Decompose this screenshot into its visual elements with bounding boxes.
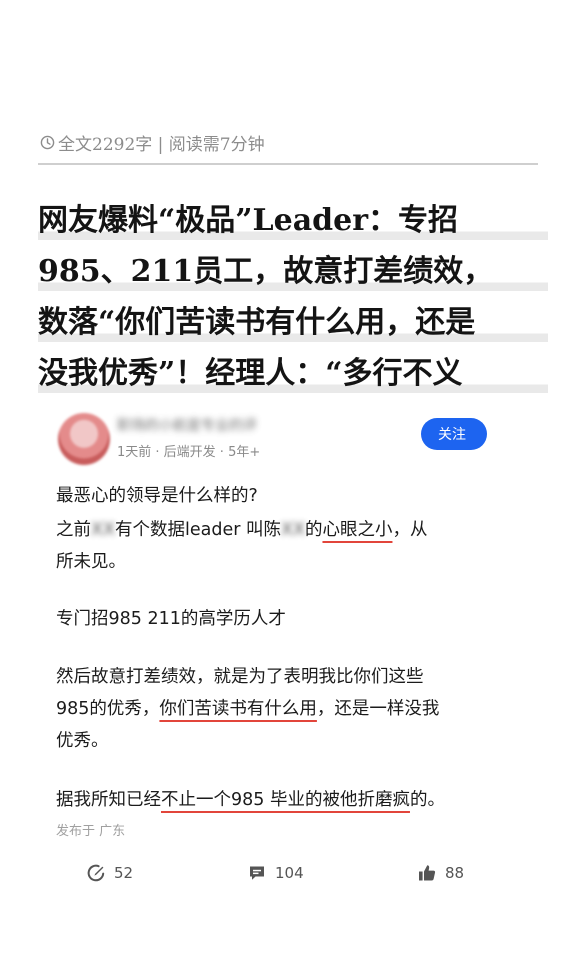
- avatar[interactable]: [58, 413, 110, 465]
- thumbs-stat[interactable]: 88: [417, 861, 464, 885]
- post-question: 最恶心的领导是什么样的?: [56, 486, 258, 506]
- post-paragraph-4: 据我所知已经不止一个985 毕业的被他折磨疯的。: [56, 790, 445, 810]
- author-name[interactable]: 职场的小航是专业的评: [117, 415, 287, 431]
- comment-icon: [247, 863, 267, 883]
- edit-icon: [86, 863, 106, 883]
- post-paragraph-3: 然后故意打差绩效，就是为了表明我比你们这些 985的优秀，你们苦读书有什么用，还…: [56, 667, 440, 751]
- headline-line: 没我优秀”！经理人：“多行不义: [38, 348, 548, 399]
- clock-icon: [40, 135, 55, 150]
- headline-line: 985、211员工，故意打差绩效，: [38, 246, 548, 297]
- article-meta-text: 全文2292字 | 阅读需7分钟: [58, 135, 265, 155]
- underlined-phrase: 你们苦读书有什么用: [159, 699, 317, 719]
- article-meta: 全文2292字 | 阅读需7分钟: [40, 130, 540, 155]
- comment-stat[interactable]: 104: [247, 861, 304, 885]
- follow-button-label: 关注: [438, 426, 467, 442]
- article-headline: 网友爆料“极品”Leader：专招 985、211员工，故意打差绩效， 数落“你…: [38, 195, 548, 399]
- underlined-phrase: 不止一个985 毕业的被他折磨疯: [161, 790, 410, 810]
- underlined-phrase: 心眼之小: [322, 520, 393, 540]
- thumbs-count: 88: [445, 864, 465, 882]
- post-paragraph-1: 之前XX有个数据leader 叫陈XX的心眼之小，从 所未见。: [56, 520, 428, 572]
- post-stats-bar: 52 104 88: [0, 861, 576, 885]
- author-subline: 1天前 · 后端开发 · 5年+: [117, 445, 261, 460]
- redacted-text: XX: [280, 520, 305, 540]
- headline-line: 数落“你们苦读书有什么用，还是: [38, 297, 548, 348]
- redacted-text: XX: [91, 520, 115, 540]
- comment-count: 104: [275, 864, 304, 882]
- headline-line: 网友爆料“极品”Leader：专招: [38, 195, 548, 246]
- thumbs-up-icon: [417, 863, 437, 883]
- follow-button[interactable]: 关注: [421, 418, 487, 450]
- post-paragraph-2: 专门招985 211的高学历人才: [56, 609, 286, 629]
- edit-count: 52: [114, 864, 134, 882]
- divider: [38, 163, 538, 165]
- post-location: 发布于 广东: [56, 824, 126, 839]
- edit-stat[interactable]: 52: [86, 861, 133, 885]
